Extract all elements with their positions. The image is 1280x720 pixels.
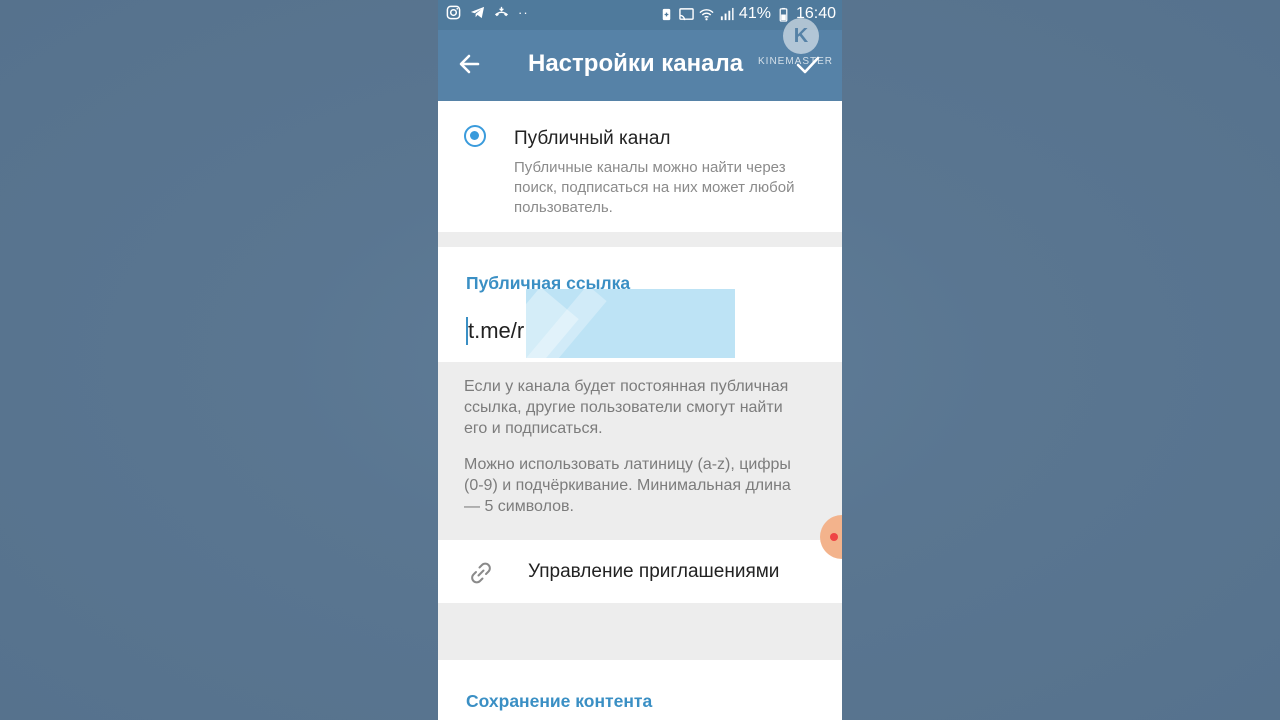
call-icon [494, 5, 509, 20]
content-saving-card: Сохранение контента [438, 660, 842, 720]
instagram-icon [446, 5, 461, 20]
link-prefix: t.me/r [468, 318, 525, 343]
record-dot-icon [830, 533, 838, 541]
back-arrow-icon [459, 54, 480, 74]
back-button[interactable] [456, 50, 488, 82]
page-title: Настройки канала [528, 50, 744, 77]
telegram-icon [470, 5, 485, 20]
public-channel-label[interactable]: Публичный канал [514, 128, 670, 150]
public-channel-radio[interactable] [464, 125, 486, 147]
notification-dots: ·· [518, 5, 529, 20]
public-channel-description: Публичные каналы можно найти через поиск… [514, 159, 795, 216]
redacted-link-overlay [526, 289, 735, 358]
manage-invites-label: Управление приглашениями [528, 561, 780, 582]
link-info-text: Если у канала будет постоянная публичная… [464, 378, 789, 437]
phone-screen: ·· 41% 16:40 Настройки канала K KINEMAST… [438, 0, 842, 720]
channel-type-card: Публичный канал Публичные каналы можно н… [438, 101, 842, 232]
content-saving-section-title: Сохранение контента [466, 691, 653, 711]
kinemaster-logo: K [783, 18, 819, 54]
cast-icon [679, 7, 694, 22]
public-link-card: Публичная ссылка t.me/r [438, 247, 842, 362]
battery-saver-icon [659, 7, 674, 22]
signal-icon [719, 7, 734, 22]
confirm-button[interactable] [794, 51, 826, 83]
checkmark-icon [796, 56, 820, 74]
wifi-icon [699, 7, 714, 22]
manage-invites-row[interactable]: Управление приглашениями [438, 540, 842, 603]
link-rules-text: Можно использовать латиницу (a-z), цифры… [464, 456, 791, 515]
app-bar: Настройки канала K KINEMASTER [438, 18, 842, 101]
link-icon [466, 558, 496, 588]
